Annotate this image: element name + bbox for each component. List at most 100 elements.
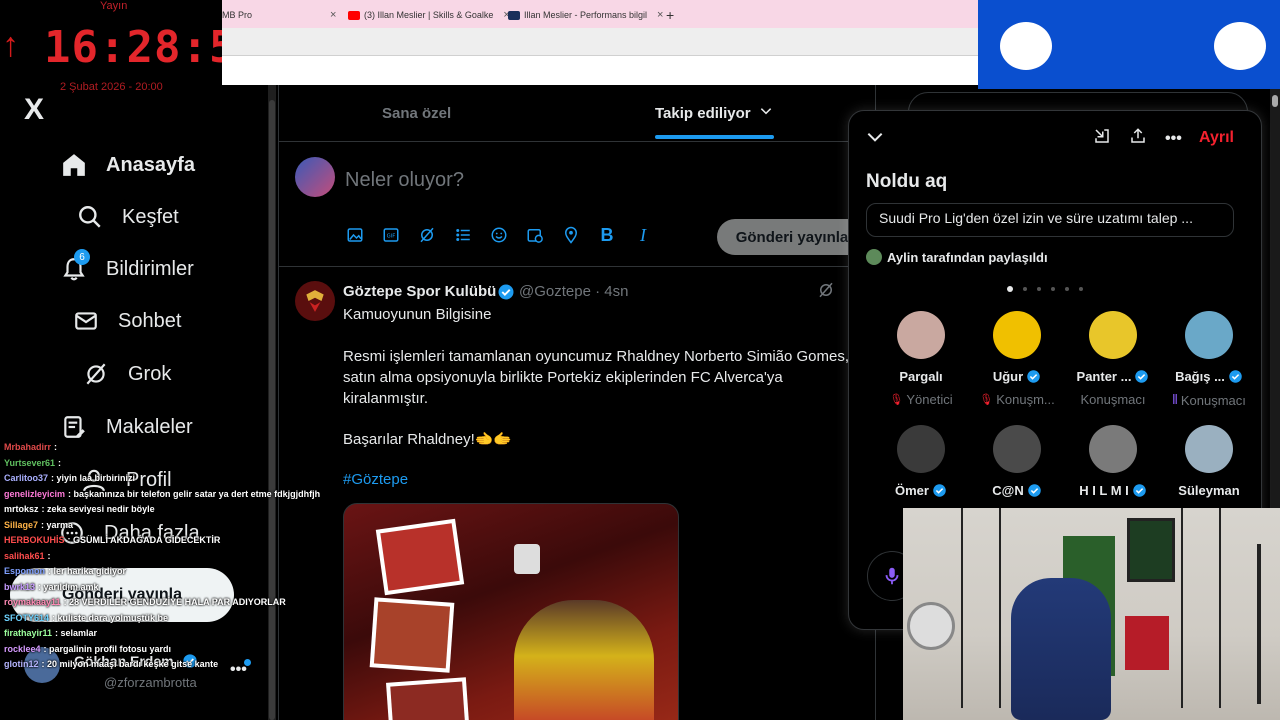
site-favicon-icon xyxy=(508,10,520,20)
carousel-dots[interactable] xyxy=(1007,286,1083,292)
sidebar-item-label: Keşfet xyxy=(122,205,179,228)
red-frames xyxy=(1125,616,1169,670)
tweet-text-line: kiralanmıştır. xyxy=(343,390,429,407)
leave-space-button[interactable]: Ayrıl xyxy=(1199,129,1234,147)
x-logo-icon[interactable]: X xyxy=(24,93,44,127)
space-title: Noldu aq xyxy=(866,171,948,192)
tweet-author-handle[interactable]: @Goztepe · 4sn xyxy=(519,283,628,300)
speaker-role: Konuşmacı xyxy=(1080,392,1146,407)
tweet-author-name[interactable]: Göztepe Spor Kulübü xyxy=(343,283,496,300)
minimize-icon[interactable] xyxy=(1093,127,1111,150)
avatar[interactable] xyxy=(1089,425,1137,473)
avatar[interactable] xyxy=(993,425,1041,473)
muted-mic-icon: 🎙 xyxy=(889,394,904,406)
browser-tab[interactable]: Illan Meslier - Performans bilgil × xyxy=(508,4,663,26)
carousel-dot[interactable] xyxy=(1065,287,1069,291)
browser-tab[interactable]: MB Pro × xyxy=(222,4,336,26)
speaker-name: H I L M I xyxy=(1079,483,1129,498)
speaker[interactable]: Süleyman xyxy=(1161,425,1257,498)
speaker[interactable]: H I L M I xyxy=(1065,425,1161,498)
avatar[interactable] xyxy=(1185,425,1233,473)
poll-icon[interactable] xyxy=(453,225,473,245)
media-icon[interactable] xyxy=(345,225,365,245)
compose-input[interactable]: Neler oluyor? xyxy=(345,169,464,192)
tweet-author-avatar[interactable] xyxy=(295,281,335,321)
speaker[interactable]: Panter ... Konuşmacı xyxy=(1065,311,1161,407)
speaker-name: C@N xyxy=(992,483,1024,498)
emoji-icon[interactable] xyxy=(489,225,509,245)
avatar[interactable] xyxy=(897,311,945,359)
chat-message: Yurtsever61: xyxy=(0,456,330,472)
search-icon xyxy=(76,203,104,231)
hashtag-link[interactable]: #Göztepe xyxy=(343,471,408,488)
muted-mic-icon: 🎙 xyxy=(979,394,994,406)
chat-text: : GSÜMLİ AKDAĞADA GİDECEKTİR xyxy=(67,535,221,545)
close-tab-icon[interactable]: × xyxy=(657,9,663,21)
mail-icon xyxy=(72,307,100,335)
sidebar-item-label: Grok xyxy=(128,362,172,385)
divider xyxy=(279,266,877,267)
speaker-role: Yönetici xyxy=(906,392,953,407)
grok-icon[interactable] xyxy=(817,281,835,304)
carousel-dot[interactable] xyxy=(1079,287,1083,291)
carousel-dot[interactable] xyxy=(1023,287,1027,291)
browser-tab[interactable]: (3) Illan Meslier | Skills & Goalke × xyxy=(348,4,510,26)
chat-text: : zeka seviyesi nedir böyle xyxy=(41,504,155,514)
chat-username: genelizleyicim xyxy=(4,488,66,499)
chat-username: glotin12 xyxy=(4,659,39,669)
tab-for-you[interactable]: Sana özel xyxy=(382,85,451,141)
pinned-post[interactable]: Suudi Pro Lig'den özel izin ve süre uzat… xyxy=(866,203,1234,237)
tab-following[interactable]: Takip ediliyor xyxy=(655,85,773,141)
chat-text: : kuliste dara yolmuştük be xyxy=(52,612,169,623)
sidebar-item-home[interactable]: Anasayfa xyxy=(60,151,195,179)
speaker[interactable]: Bağış ... ⦀ Konuşmacı xyxy=(1161,311,1257,408)
verified-badge-icon xyxy=(497,283,515,306)
avatar[interactable] xyxy=(1089,311,1137,359)
gif-icon[interactable]: GIF xyxy=(381,225,401,245)
up-arrow-icon: ↑ xyxy=(2,26,19,64)
clock-label: Yayın xyxy=(100,0,128,12)
location-icon[interactable] xyxy=(561,225,581,245)
sidebar-item-grok[interactable]: Grok xyxy=(82,360,171,388)
avatar[interactable] xyxy=(897,425,945,473)
tab-title: Illan Meslier - Performans bilgil xyxy=(524,10,648,20)
avatar[interactable] xyxy=(993,311,1041,359)
collapse-chevron-icon[interactable] xyxy=(865,127,885,152)
close-tab-icon[interactable]: × xyxy=(330,9,336,21)
gaming-chair xyxy=(1011,578,1111,720)
carousel-dot[interactable] xyxy=(1007,286,1013,292)
compose-post-button[interactable]: Gönderi yayınla xyxy=(717,219,867,255)
sidebar-item-articles[interactable]: Makaleler xyxy=(60,413,193,441)
speaker-name: Ömer xyxy=(895,483,929,498)
more-icon[interactable]: ••• xyxy=(1165,130,1182,148)
speaker[interactable]: Uğur 🎙 Konuşm... xyxy=(969,311,1065,407)
new-tab-button[interactable]: + xyxy=(666,4,674,26)
browser-address-bar[interactable] xyxy=(222,28,978,56)
sidebar-item-notifications[interactable]: 6 Bildirimler xyxy=(60,249,194,283)
verified-badge-icon xyxy=(1133,484,1146,497)
avatar[interactable] xyxy=(295,157,335,197)
chat-username: HERBOKUHİS xyxy=(4,535,65,545)
scrollbar-thumb[interactable] xyxy=(1272,95,1278,107)
italic-icon[interactable]: I xyxy=(633,225,653,245)
photo-frame xyxy=(369,597,455,673)
carousel-dot[interactable] xyxy=(1037,287,1041,291)
speaker[interactable]: Pargalı 🎙 Yönetici xyxy=(873,311,969,407)
chevron-down-icon xyxy=(759,104,773,122)
tab-title: (3) Illan Meslier | Skills & Goalke xyxy=(364,10,494,20)
sidebar-item-explore[interactable]: Keşfet xyxy=(76,203,179,231)
speaker[interactable]: C@N xyxy=(969,425,1065,498)
share-icon[interactable] xyxy=(1129,127,1147,150)
sidebar-item-messages[interactable]: Sohbet xyxy=(72,307,181,335)
schedule-icon[interactable] xyxy=(525,225,545,245)
speaker[interactable]: Ömer xyxy=(873,425,969,498)
chat-username: firathayir11 xyxy=(4,628,53,638)
microphone-icon xyxy=(885,567,899,585)
bold-icon[interactable]: B xyxy=(597,225,617,245)
carousel-dot[interactable] xyxy=(1051,287,1055,291)
speaker-name-row: H I L M I xyxy=(1065,483,1161,498)
avatar[interactable] xyxy=(1185,311,1233,359)
grok-icon[interactable] xyxy=(417,225,437,245)
tweet-image[interactable] xyxy=(343,503,679,720)
chat-message: firathayir11: selamlar xyxy=(0,626,330,642)
